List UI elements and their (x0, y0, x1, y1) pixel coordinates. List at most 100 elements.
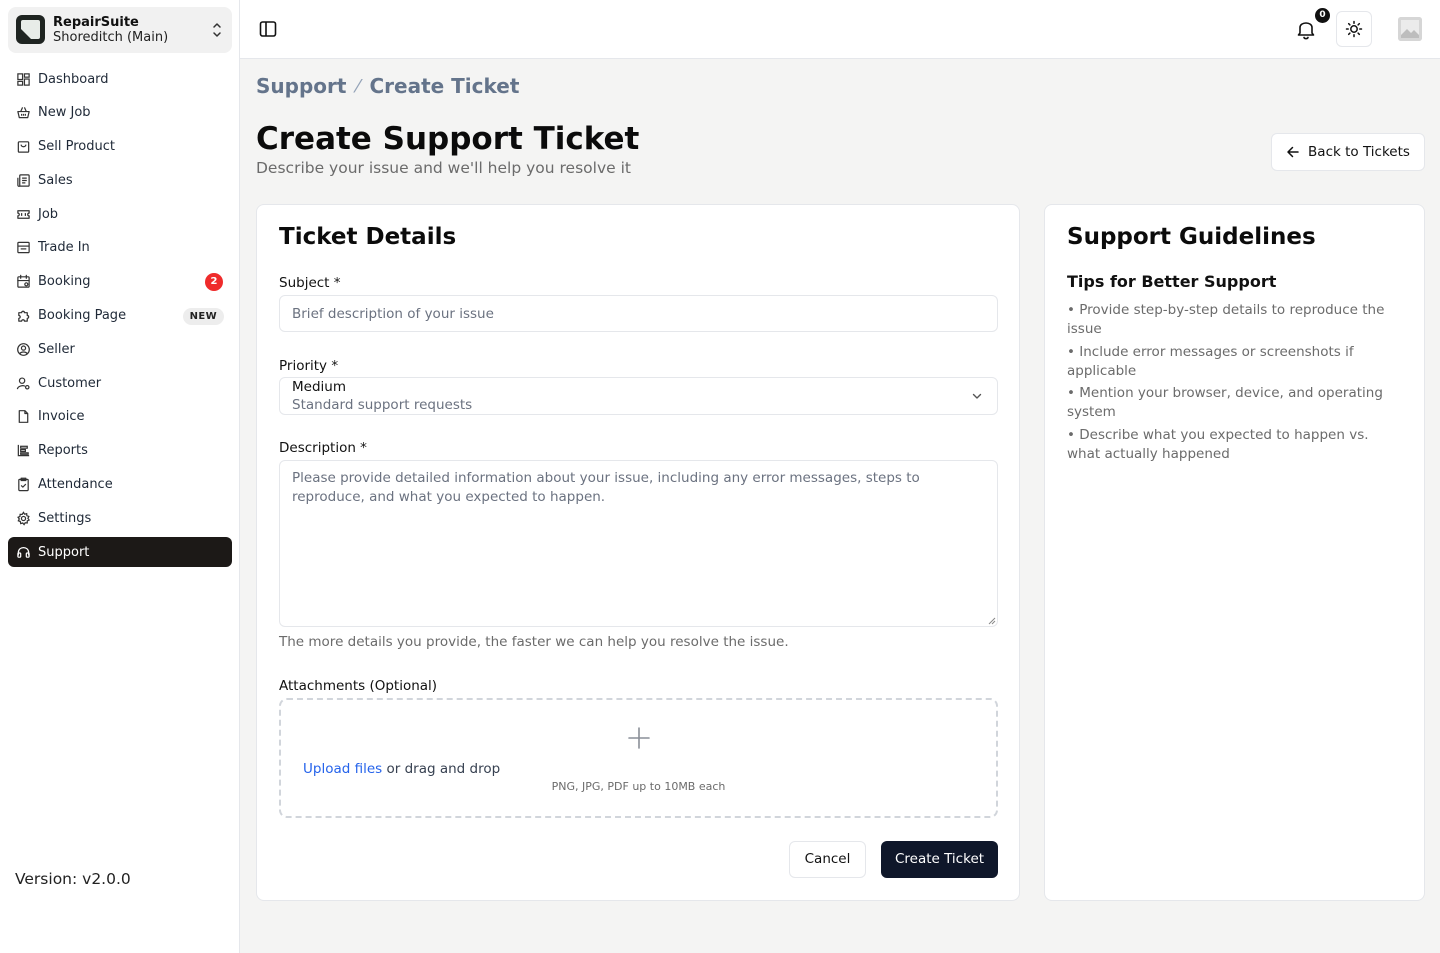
upload-files-link[interactable]: Upload files (303, 761, 382, 777)
back-to-tickets-button[interactable]: Back to Tickets (1271, 133, 1425, 171)
subject-label: Subject * (279, 275, 341, 291)
sidebar-item-customer[interactable]: Customer (8, 368, 232, 398)
theme-toggle-button[interactable] (1336, 11, 1372, 47)
upload-instructions: Upload files or drag and drop (303, 761, 500, 777)
sidebar-item-reports[interactable]: Reports (8, 436, 232, 466)
sidebar-item-trade-in[interactable]: Trade In (8, 233, 232, 263)
breadcrumb: Support ⁄ Create Ticket (256, 74, 519, 98)
tip-item: • Include error messages or screenshots … (1067, 343, 1354, 379)
booking-count-badge: 2 (205, 272, 223, 291)
description-hint: The more details you provide, the faster… (279, 634, 789, 650)
sidebar-item-label: Customer (38, 375, 102, 391)
priority-label: Priority * (279, 358, 339, 374)
description-placeholder: Please provide detailed information abou… (292, 470, 920, 505)
clipboard-check-icon (18, 477, 29, 492)
gear-icon (17, 511, 31, 526)
sidebar-item-booking-page[interactable]: Booking Page NEW (8, 301, 232, 331)
headset-icon (17, 546, 30, 558)
breadcrumb-link-support[interactable]: Support (256, 74, 346, 98)
sidebar-item-label: Booking (38, 274, 91, 290)
basket-icon (17, 107, 30, 119)
sidebar-item-label: Attendance (38, 477, 113, 493)
sidebar-item-job[interactable]: Job (8, 199, 232, 229)
subject-input[interactable]: Brief description of your issue (279, 295, 998, 332)
sidebar-item-label: Booking Page (38, 308, 127, 324)
upload-file-types-note: PNG, JPG, PDF up to 10MB each (551, 780, 726, 793)
topbar: 0 (240, 0, 1440, 59)
ticket-details-card: Ticket Details Subject * Brief descripti… (256, 204, 1020, 901)
tip-item: • Mention your browser, device, and oper… (1067, 385, 1383, 420)
sidebar-item-label: Seller (38, 341, 75, 357)
drag-drop-text: or drag and drop (382, 761, 501, 777)
guidelines-title: Support Guidelines (1067, 224, 1316, 250)
priority-description: Standard support requests (292, 397, 473, 413)
sidebar-item-new-job[interactable]: New Job (8, 98, 232, 128)
user-cog-icon (16, 377, 30, 390)
shopping-bag-icon (17, 141, 30, 153)
create-ticket-button[interactable]: Create Ticket (881, 841, 998, 878)
sidebar-item-label: Dashboard (38, 71, 109, 87)
sidebar-item-label: Trade In (38, 240, 90, 256)
app-version: Version: v2.0.0 (15, 870, 131, 888)
page-subtitle: Describe your issue and we'll help you r… (256, 159, 631, 177)
sidebar-item-label: Invoice (38, 409, 85, 425)
sidebar-toggle-icon[interactable] (258, 19, 278, 39)
sidebar-item-invoice[interactable]: Invoice (8, 402, 232, 432)
sun-icon (1345, 20, 1363, 38)
chevrons-up-down-icon (213, 23, 221, 37)
arrow-left-icon (1287, 146, 1299, 158)
dashboard-icon (17, 72, 30, 86)
branch-switcher[interactable]: RepairSuite Shoreditch (Main) (8, 7, 232, 53)
puzzle-icon (18, 310, 30, 322)
sidebar-item-booking[interactable]: Booking 2 (8, 267, 232, 297)
file-icon (18, 410, 29, 424)
attachments-label: Attachments (Optional) (279, 678, 438, 694)
breadcrumb-separator: ⁄ (356, 75, 360, 97)
cancel-button[interactable]: Cancel (789, 841, 866, 878)
sidebar-item-sales[interactable]: Sales (8, 165, 232, 195)
app-name: RepairSuite (53, 15, 139, 30)
priority-select[interactable]: Medium Standard support requests (279, 377, 998, 415)
report-icon (17, 445, 30, 457)
sidebar-item-label: Settings (38, 510, 92, 526)
chevron-down-icon (972, 393, 982, 399)
sidebar-item-label: Job (38, 206, 59, 222)
user-circle-icon (17, 342, 30, 356)
sidebar: RepairSuite Shoreditch (Main) Dashboard … (0, 0, 240, 953)
plus-icon (628, 727, 650, 749)
support-guidelines-card: Support Guidelines Tips for Better Suppo… (1044, 204, 1425, 901)
sidebar-nav: Dashboard New Job Sell Product Sales Job… (8, 64, 232, 571)
tip-item: • Provide step-by-step details to reprod… (1067, 302, 1385, 337)
sidebar-item-label: Sell Product (38, 139, 115, 155)
sidebar-item-label: New Job (38, 105, 91, 121)
guidelines-subtitle: Tips for Better Support (1067, 272, 1277, 291)
archive-icon (17, 242, 30, 254)
branch-name: Shoreditch (Main) (53, 30, 169, 45)
sidebar-item-support[interactable]: Support (8, 537, 232, 568)
new-tag: NEW (182, 307, 224, 325)
tips-list: • Provide step-by-step details to reprod… (1067, 301, 1403, 467)
breadcrumb-current: Create Ticket (369, 74, 520, 98)
subject-placeholder: Brief description of your issue (292, 306, 494, 322)
calendar-icon (17, 275, 30, 289)
back-to-tickets-label: Back to Tickets (1308, 144, 1410, 160)
sidebar-item-seller[interactable]: Seller (8, 334, 232, 364)
file-dropzone[interactable]: Upload files or drag and drop PNG, JPG, … (279, 698, 998, 818)
resize-grip-icon[interactable] (987, 616, 996, 625)
image-placeholder-icon (1398, 17, 1422, 41)
user-avatar[interactable] (1398, 17, 1422, 41)
description-textarea[interactable]: Please provide detailed information abou… (279, 460, 998, 627)
sidebar-item-sell-product[interactable]: Sell Product (8, 132, 232, 162)
card-title: Ticket Details (279, 224, 457, 250)
brand-logo (16, 15, 45, 44)
notification-count-badge: 0 (1315, 8, 1330, 23)
priority-value: Medium (292, 379, 346, 395)
sidebar-item-settings[interactable]: Settings (8, 503, 232, 533)
sidebar-item-attendance[interactable]: Attendance (8, 470, 232, 500)
bell-icon[interactable] (1295, 17, 1317, 41)
ticket-icon (17, 209, 30, 219)
sidebar-item-label: Reports (38, 443, 88, 459)
receipt-icon (17, 174, 30, 187)
sidebar-item-dashboard[interactable]: Dashboard (8, 64, 232, 94)
sidebar-item-label: Support (38, 544, 90, 560)
